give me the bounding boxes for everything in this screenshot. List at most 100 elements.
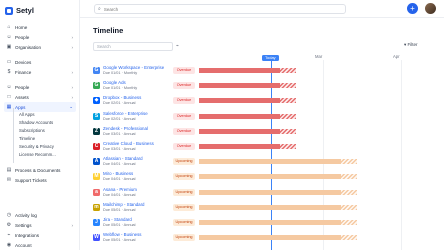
sidebar-subitem-all-apps[interactable]: All Apps (17, 110, 77, 118)
sidebar-item-activity-log[interactable]: ◷ Activity log (4, 210, 76, 220)
timeline-bar[interactable] (199, 98, 297, 104)
app-logo-icon: S (93, 112, 100, 120)
timeline-bar[interactable] (199, 68, 297, 73)
table-row[interactable]: a Asana - Premium Due 04/01 · Annual Upcomi… (93, 186, 438, 201)
sidebar-item-label: Account (15, 242, 32, 248)
sidebar-subitem-license-recommendations[interactable]: License Recomm... (17, 150, 77, 158)
app-name-link[interactable]: Mailchimp - Standard (103, 202, 144, 207)
sidebar-subitem-security-privacy[interactable]: Security & Privacy (17, 142, 77, 150)
app-name-link[interactable]: Google Workspace - Enterprise (103, 65, 164, 70)
activity-icon: ◷ (6, 212, 12, 218)
subnav-divider (13, 108, 14, 163)
today-label: Today (262, 55, 279, 61)
table-row[interactable]: A Atlassian - Standard Due 04/01 · Annual U… (93, 155, 438, 170)
brand[interactable]: Setyl (0, 0, 79, 18)
status-badge: Overdue (173, 97, 195, 105)
sidebar-item-process-documents[interactable]: ▤ Process & Documents (4, 165, 76, 175)
sidebar-item-settings[interactable]: ⚙ Settings › (4, 220, 76, 230)
timeline-bar[interactable] (199, 220, 357, 225)
chevron-right-icon: › (71, 34, 74, 40)
status-badge: Overdue (173, 112, 195, 120)
timeline-search-input[interactable]: Search (93, 42, 173, 51)
timeline-bar[interactable] (199, 113, 297, 119)
sidebar-item-account[interactable]: ◉ Account (4, 240, 76, 250)
app-name-link[interactable]: Miro - Business (103, 171, 133, 176)
app-logo-icon: Z (93, 127, 100, 135)
app-renewal-detail: Due 02/01 · Annual (103, 101, 136, 106)
table-row[interactable]: Z Zendesk - Professional Due 03/01 · Annua… (93, 125, 438, 140)
status-badge: Upcoming (173, 188, 195, 196)
sidebar: Setyl ⌂ Home ☺ People › ▣ Organisation › ▭ Device… (0, 0, 80, 250)
sidebar-item-finance[interactable]: $ Finance › (4, 67, 76, 77)
timeline-bar[interactable] (199, 174, 357, 180)
sidebar-item-people2[interactable]: ☺ People › (4, 82, 76, 92)
timeline-bar[interactable] (199, 159, 357, 165)
sidebar-item-devices[interactable]: ▭ Devices (4, 57, 76, 67)
app-name-link[interactable]: Dropbox - Business (103, 95, 141, 100)
table-row[interactable]: G Google Workspace - Enterprise Due 01/01 … (93, 64, 438, 79)
chevron-right-icon: › (71, 69, 74, 75)
app-renewal-detail: Due 04/01 · Annual (103, 192, 136, 197)
sidebar-item-assets[interactable]: □ Assets › (4, 92, 76, 102)
home-icon: ⌂ (7, 24, 11, 30)
timeline-bar[interactable] (199, 83, 297, 89)
timeline-bar[interactable] (199, 204, 357, 210)
global-search[interactable]: ⌕ (94, 4, 346, 14)
app-renewal-detail: Due 03/01 · Annual (103, 147, 136, 151)
search-input[interactable] (103, 6, 324, 12)
table-row[interactable]: J Jira - Standard Due 05/01 · Annual Upcomi… (93, 216, 438, 231)
chevron-right-icon: › (71, 84, 74, 90)
timeline-bar[interactable] (199, 128, 297, 134)
timeline-axis-label: Mar (315, 54, 323, 59)
app-name-link[interactable]: Webflow - Business (103, 232, 141, 237)
timeline-bar[interactable] (199, 235, 357, 241)
sidebar-item-people[interactable]: ☺ People › (4, 32, 76, 42)
sidebar-subitem-timeline[interactable]: Timeline (17, 134, 77, 142)
app-renewal-detail: Due 02/01 · Annual (103, 116, 136, 121)
timeline-axis-label: Apr (393, 54, 400, 59)
search-icon: ⌕ (98, 6, 101, 12)
status-badge: Overdue (173, 127, 195, 135)
app-logo-icon: M (93, 173, 100, 181)
table-row[interactable]: S Salesforce - Enterprise Due 02/01 · Annu… (93, 110, 438, 125)
app-name-link[interactable]: Asana - Premium (103, 187, 137, 192)
status-badge: Upcoming (173, 158, 195, 166)
topbar: ⌕ + (80, 0, 444, 18)
table-row[interactable]: W Webflow - Business Due 05/01 · Annual Upc… (93, 231, 438, 246)
chevron-right-icon: › (71, 44, 74, 50)
app-name-link[interactable]: Zendesk - Professional (103, 126, 148, 131)
sidebar-item-label: Finance (15, 69, 32, 75)
timeline-bar-stripe (280, 98, 297, 104)
sidebar-item-organisation[interactable]: ▣ Organisation › (4, 42, 76, 52)
laptop-icon: ▭ (6, 59, 12, 65)
add-button[interactable]: + (407, 3, 418, 14)
brand-name: Setyl (16, 6, 34, 15)
sidebar-item-home[interactable]: ⌂ Home (4, 22, 76, 32)
sidebar-item-support-tickets[interactable]: ✉ Support Tickets (4, 175, 76, 185)
sidebar-item-label: Activity log (15, 212, 37, 218)
avatar[interactable] (425, 3, 436, 14)
calendar-icon[interactable]: ⌁ (176, 43, 179, 49)
app-logo-icon: a (93, 188, 100, 196)
box-icon: □ (7, 94, 11, 100)
app-name-link[interactable]: Atlassian - Standard (103, 156, 143, 161)
app-renewal-detail: Due 01/01 · Monthly (103, 86, 138, 91)
sidebar-item-integrations[interactable]: ⌁ Integrations (4, 230, 76, 240)
app-name-link[interactable]: Creative Cloud - Business (103, 141, 154, 146)
table-row[interactable]: C Creative Cloud - Business Due 03/01 · An… (93, 140, 438, 155)
filter-button[interactable]: ▾ Filter (404, 42, 418, 48)
timeline-bar-stripe (280, 128, 297, 134)
timeline-bar[interactable] (199, 144, 297, 149)
sidebar-subitem-subscriptions[interactable]: Subscriptions (17, 126, 77, 134)
table-row[interactable]: G Google Ads Due 01/01 · Monthly Overdue (93, 79, 438, 94)
status-badge: Overdue (173, 143, 195, 150)
table-row[interactable]: M Miro - Business Due 04/01 · Annual Upcomi… (93, 170, 438, 185)
timeline-bar[interactable] (199, 189, 357, 195)
sidebar-subitem-shadow-accounts[interactable]: Shadow Accounts (17, 118, 77, 126)
table-row[interactable]: ◆ Dropbox - Business Due 02/01 · Annual Ove… (93, 94, 438, 109)
app-name-link[interactable]: Google Ads (103, 80, 126, 85)
table-row[interactable]: m Mailchimp - Standard Due 05/01 · Annual U… (93, 201, 438, 216)
app-name-link[interactable]: Jira - Standard (103, 217, 132, 222)
app-name-link[interactable]: Salesforce - Enterprise (103, 111, 148, 116)
app-logo-icon: W (93, 234, 100, 242)
